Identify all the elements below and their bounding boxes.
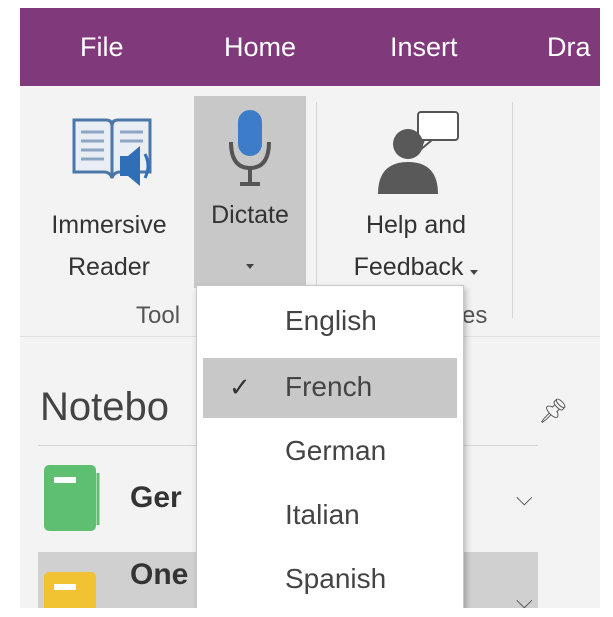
- language-label: Spanish: [285, 563, 387, 594]
- language-label: French: [285, 371, 373, 402]
- book-speaker-icon: [72, 118, 152, 186]
- onenote-window: File Home Insert Dra Immersive Reader Di…: [20, 8, 600, 608]
- dictate-language-menu: English ✓ French German Italian Spanish: [196, 285, 464, 608]
- microphone-icon: [229, 110, 271, 186]
- notebook-name: One: [130, 558, 189, 591]
- menu-bar: File Home Insert Dra: [20, 8, 600, 86]
- ribbon-separator: [512, 102, 513, 318]
- immersive-reader-button[interactable]: Immersive Reader: [34, 96, 184, 296]
- help-feedback-label-1: Help and: [365, 211, 467, 239]
- language-label: English: [285, 305, 377, 336]
- language-option-french[interactable]: ✓ French: [203, 358, 457, 418]
- checkmark-icon: ✓: [229, 372, 251, 402]
- help-feedback-text: Feedback: [353, 253, 464, 281]
- language-option-english[interactable]: English: [203, 292, 457, 352]
- language-option-spanish[interactable]: Spanish: [203, 550, 457, 608]
- pane-title: Notebo: [40, 385, 169, 429]
- notebook-icon: [44, 465, 100, 531]
- chevron-down-icon[interactable]: ⌵: [516, 485, 533, 511]
- immersive-reader-label-1: Immersive: [51, 211, 167, 239]
- dictate-dropdown-arrow[interactable]: [194, 246, 306, 276]
- help-feedback-button[interactable]: Help and Feedback: [326, 96, 506, 296]
- language-label: Italian: [285, 499, 360, 530]
- group-label-tools: Tool: [136, 302, 181, 329]
- pin-icon[interactable]: 📌︎: [538, 397, 568, 426]
- immersive-reader-label-2: Reader: [68, 253, 150, 281]
- language-label: German: [285, 435, 387, 466]
- dictate-button[interactable]: Dictate: [194, 96, 306, 288]
- person-speech-icon: [378, 111, 459, 194]
- dictate-label: Dictate: [211, 201, 289, 229]
- menu-home[interactable]: Home: [224, 30, 296, 64]
- notebook-icon: [44, 572, 96, 608]
- menu-draw[interactable]: Dra: [547, 30, 591, 64]
- menu-insert[interactable]: Insert: [390, 30, 458, 64]
- language-option-italian[interactable]: Italian: [203, 486, 457, 546]
- help-feedback-label-2: Feedback: [326, 252, 506, 282]
- chevron-down-icon: [470, 270, 479, 275]
- chevron-down-icon[interactable]: ⌵: [516, 588, 533, 608]
- group-label-help: es: [462, 302, 488, 329]
- language-option-german[interactable]: German: [203, 422, 457, 482]
- notebook-name: Ger: [130, 481, 182, 514]
- chevron-down-icon: [246, 264, 254, 269]
- menu-file[interactable]: File: [80, 30, 124, 64]
